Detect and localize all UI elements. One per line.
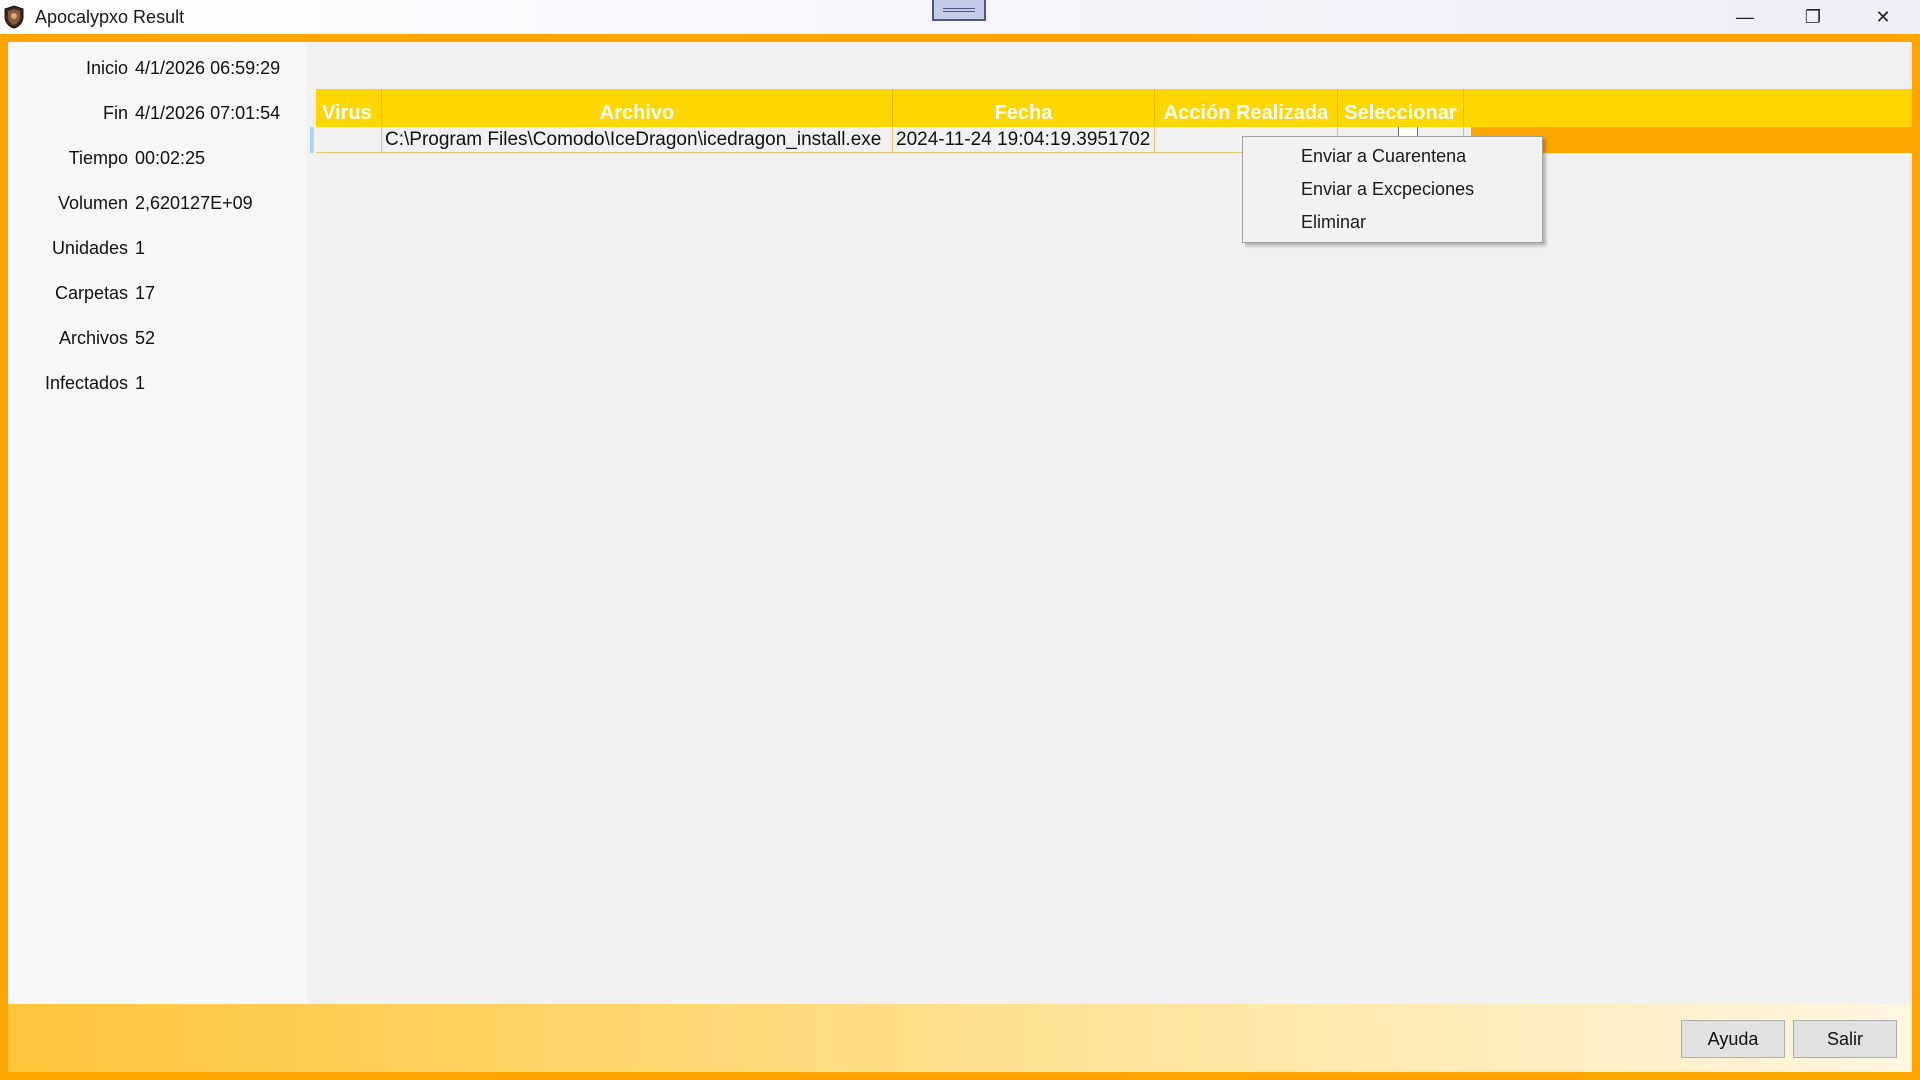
- menu-item-send-to-quarantine[interactable]: Enviar a Cuarentena: [1243, 141, 1542, 172]
- snap-layout-handle[interactable]: [932, 0, 986, 21]
- window-frame: Inicio 4/1/2026 06:59:29 Fin 4/1/2026 07…: [0, 34, 1920, 1080]
- restore-icon: ❐: [1804, 6, 1822, 27]
- summary-value: 52: [135, 328, 156, 348]
- menu-item-delete[interactable]: Eliminar: [1243, 207, 1542, 238]
- exit-button[interactable]: Salir: [1793, 1020, 1897, 1058]
- summary-label: Fin: [102, 103, 128, 123]
- context-menu: Enviar a Cuarentena Enviar a Excpeciones…: [1242, 136, 1543, 243]
- summary-row-archivos: Archivos 52: [8, 328, 298, 352]
- summary-value: 1: [135, 373, 146, 393]
- column-header-virus[interactable]: Virus: [316, 89, 382, 127]
- summary-value: 17: [135, 283, 156, 303]
- close-icon: ✕: [1875, 6, 1891, 27]
- minimize-icon: —: [1736, 6, 1754, 27]
- cell-archivo[interactable]: C:\Program Files\Comodo\IceDragon\icedra…: [382, 127, 893, 153]
- column-header-accion[interactable]: Acción Realizada: [1155, 89, 1338, 127]
- summary-label: Unidades: [51, 238, 128, 258]
- summary-value: 1: [135, 238, 146, 258]
- summary-label: Volumen: [57, 193, 128, 213]
- column-header-archivo[interactable]: Archivo: [382, 89, 893, 127]
- summary-row-unidades: Unidades 1: [8, 238, 298, 262]
- summary-label: Tiempo: [68, 148, 128, 168]
- window-title: Apocalypxo Result: [35, 7, 185, 27]
- table-row[interactable]: C:\Program Files\Comodo\IceDragon\icedra…: [310, 127, 1912, 153]
- summary-value: 2,620127E+09: [135, 193, 253, 213]
- cell-virus[interactable]: [316, 127, 382, 153]
- summary-row-fin: Fin 4/1/2026 07:01:54: [8, 103, 298, 127]
- summary-label: Carpetas: [54, 283, 128, 303]
- summary-row-tiempo: Tiempo 00:02:25: [8, 148, 298, 172]
- summary-value: 00:02:25: [135, 148, 206, 168]
- maximize-button[interactable]: ❐: [1778, 0, 1848, 34]
- cell-fecha[interactable]: 2024-11-24 19:04:19.3951702: [893, 127, 1155, 153]
- menu-item-send-to-exceptions[interactable]: Enviar a Excpeciones: [1243, 174, 1542, 205]
- summary-label: Inicio: [85, 58, 128, 78]
- help-button[interactable]: Ayuda: [1681, 1020, 1785, 1058]
- title-bar: Apocalypxo Result — ❐ ✕: [0, 0, 1920, 34]
- summary-value: 4/1/2026 06:59:29: [135, 58, 281, 78]
- summary-label: Infectados: [44, 373, 128, 393]
- grid-header: Virus Archivo Fecha Acción Realizada Sel…: [316, 89, 1912, 127]
- summary-panel: Inicio 4/1/2026 06:59:29 Fin 4/1/2026 07…: [8, 42, 307, 1004]
- row-selection-indicator: [310, 127, 314, 153]
- minimize-button[interactable]: —: [1710, 0, 1780, 34]
- summary-row-carpetas: Carpetas 17: [8, 283, 298, 307]
- shield-logo-icon: [4, 5, 24, 29]
- summary-row-infectados: Infectados 1: [8, 373, 298, 397]
- summary-row-inicio: Inicio 4/1/2026 06:59:29: [8, 58, 298, 82]
- client-area: Inicio 4/1/2026 06:59:29 Fin 4/1/2026 07…: [8, 42, 1912, 1072]
- column-header-fecha[interactable]: Fecha: [893, 89, 1155, 127]
- bottom-bar: Ayuda Salir: [8, 1004, 1912, 1072]
- summary-value: 4/1/2026 07:01:54: [135, 103, 281, 123]
- summary-row-volumen: Volumen 2,620127E+09: [8, 193, 298, 217]
- column-header-seleccionar[interactable]: Seleccionar: [1338, 89, 1464, 127]
- summary-label: Archivos: [58, 328, 128, 348]
- close-button[interactable]: ✕: [1848, 0, 1918, 34]
